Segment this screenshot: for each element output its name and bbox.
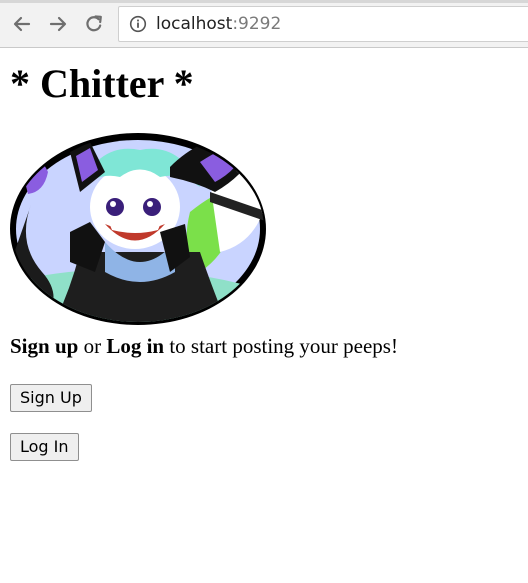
address-bar[interactable]: localhost:9292 [118,6,528,42]
chitter-logo-image [10,133,266,325]
forward-button[interactable] [46,12,70,36]
page-content: * Chitter * Sign up or Log in to start p… [10,48,520,461]
info-circle-icon[interactable] [129,15,147,33]
login-link[interactable]: Log in [106,334,164,358]
url-text: localhost:9292 [156,14,281,34]
back-button[interactable] [10,12,34,36]
intro-text: Sign up or Log in to start posting your … [10,334,398,359]
page-title: * Chitter * [10,61,194,106]
url-port: :9292 [232,14,282,34]
intro-rest: to start posting your peeps! [164,334,398,358]
url-host: localhost [156,14,233,34]
sign-up-button[interactable]: Sign Up [10,384,92,412]
browser-toolbar: localhost:9292 [0,0,528,48]
arrow-left-icon [13,16,31,32]
reload-button[interactable] [82,12,106,36]
log-in-button[interactable]: Log In [10,433,79,461]
intro-or: or [78,334,107,358]
tab-strip-edge [0,0,528,3]
signup-link[interactable]: Sign up [10,334,78,358]
arrow-right-icon [49,16,67,32]
reload-icon [86,15,102,32]
